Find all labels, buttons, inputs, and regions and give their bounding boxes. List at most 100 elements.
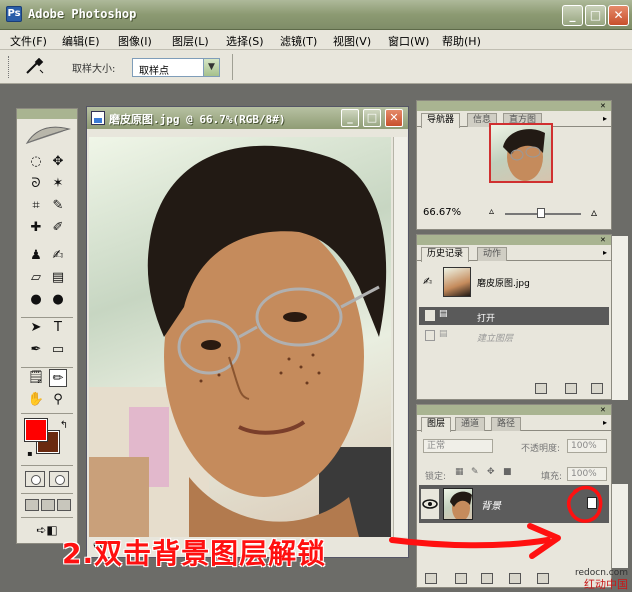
- type-tool-icon[interactable]: T: [49, 319, 67, 337]
- panel-menu-icon[interactable]: ▸: [603, 114, 607, 123]
- eyedropper-tool-icon[interactable]: ✏: [49, 369, 67, 387]
- navigator-panel-header[interactable]: ✕: [417, 101, 611, 111]
- menu-file[interactable]: 文件(F): [10, 33, 47, 49]
- menu-window[interactable]: 窗口(W): [388, 33, 429, 49]
- dodge-tool-icon[interactable]: ●: [49, 291, 67, 309]
- screen-mode-standard-button[interactable]: [25, 499, 39, 511]
- history-brush-source-icon[interactable]: ✍: [423, 275, 432, 288]
- panel-menu-icon[interactable]: ▸: [603, 418, 607, 427]
- eraser-tool-icon[interactable]: ▱: [27, 269, 45, 287]
- pen-tool-icon[interactable]: ✒: [27, 341, 45, 359]
- document-close-button[interactable]: ✕: [385, 109, 403, 127]
- new-snapshot-icon[interactable]: [565, 383, 577, 394]
- new-group-icon[interactable]: [537, 573, 549, 584]
- opacity-field[interactable]: 100%: [567, 439, 607, 453]
- options-bar-grip[interactable]: [8, 56, 11, 78]
- history-item-new-layer[interactable]: ▤ 建立图层: [419, 327, 609, 345]
- screen-mode-full-button[interactable]: [57, 499, 71, 511]
- tab-layers[interactable]: 图层: [421, 417, 452, 432]
- shape-tool-icon[interactable]: ▭: [49, 341, 67, 359]
- gradient-tool-icon[interactable]: ▤: [49, 269, 67, 287]
- brush-tool-icon[interactable]: ✐: [49, 219, 67, 237]
- navigator-zoom-field[interactable]: 66.67%: [423, 207, 461, 218]
- menu-image[interactable]: 图像(I): [118, 33, 152, 49]
- path-selection-tool-icon[interactable]: ➤: [27, 319, 45, 337]
- default-colors-icon[interactable]: ▪: [21, 445, 39, 463]
- healing-brush-tool-icon[interactable]: ✚: [27, 219, 45, 237]
- menu-edit[interactable]: 编辑(E): [62, 33, 100, 49]
- fill-field[interactable]: 100%: [567, 467, 607, 481]
- document-minimize-button[interactable]: _: [341, 109, 359, 127]
- navigator-thumbnail[interactable]: [489, 123, 553, 183]
- panel-menu-icon[interactable]: ▸: [603, 248, 607, 257]
- slice-tool-icon[interactable]: ✎: [49, 197, 67, 215]
- marquee-tool-icon[interactable]: ◌: [27, 153, 45, 171]
- history-tabs: 历史记录 动作: [417, 245, 611, 262]
- lock-all-icon[interactable]: ■: [503, 467, 512, 477]
- close-icon[interactable]: ✕: [600, 236, 608, 244]
- lock-pixels-icon[interactable]: ✎: [471, 467, 479, 477]
- tab-navigator[interactable]: 导航器: [421, 113, 461, 128]
- new-document-from-state-icon[interactable]: [535, 383, 547, 394]
- history-panel-scrollbar[interactable]: [612, 236, 628, 400]
- history-panel-header[interactable]: ✕: [417, 235, 611, 245]
- document-maximize-button[interactable]: □: [363, 109, 381, 127]
- document-vertical-scrollbar[interactable]: [393, 137, 407, 537]
- menu-select[interactable]: 选择(S): [226, 33, 264, 49]
- maximize-button[interactable]: □: [585, 5, 606, 26]
- screen-mode-full-menu-button[interactable]: [41, 499, 55, 511]
- toolbox-header[interactable]: [17, 109, 77, 119]
- swap-colors-icon[interactable]: ↰: [55, 417, 73, 435]
- zoom-tool-icon[interactable]: ⚲: [49, 391, 67, 409]
- layer-style-icon[interactable]: [455, 573, 467, 584]
- clone-stamp-tool-icon[interactable]: ♟: [27, 247, 45, 265]
- quick-mask-button[interactable]: [49, 471, 69, 487]
- tab-channels[interactable]: 通道: [455, 417, 486, 431]
- layer-row-background[interactable]: 背景: [419, 485, 609, 523]
- minimize-button[interactable]: _: [562, 5, 583, 26]
- blur-tool-icon[interactable]: ●: [27, 291, 45, 309]
- foreground-color-swatch[interactable]: [24, 418, 48, 442]
- history-item-open[interactable]: ▤ 打开: [419, 307, 609, 325]
- lock-position-icon[interactable]: ✥: [487, 467, 495, 477]
- history-snapshot-row[interactable]: ✍ 磨皮原图.jpg: [419, 265, 609, 299]
- tab-history[interactable]: 历史记录: [421, 247, 470, 262]
- sample-size-select[interactable]: 取样点 ▼: [132, 58, 220, 77]
- layer-name[interactable]: 背景: [481, 497, 501, 512]
- lock-transparency-icon[interactable]: ▦: [455, 467, 464, 477]
- hand-tool-icon[interactable]: ✋: [27, 391, 45, 409]
- chevron-down-icon[interactable]: ▼: [203, 59, 219, 76]
- notes-tool-icon[interactable]: 🗒: [27, 369, 45, 387]
- lasso-tool-icon[interactable]: ᘐ: [27, 175, 45, 193]
- close-button[interactable]: ✕: [608, 5, 629, 26]
- document-title-bar[interactable]: 磨皮原图.jpg @ 66.7%(RGB/8#) _ □ ✕: [87, 107, 408, 129]
- eye-icon[interactable]: [421, 489, 439, 519]
- layer-mask-icon[interactable]: [481, 573, 493, 584]
- magic-wand-tool-icon[interactable]: ✶: [49, 175, 67, 193]
- menu-help[interactable]: 帮助(H): [442, 33, 481, 49]
- zoom-in-icon[interactable]: ▵: [591, 205, 597, 219]
- tab-actions[interactable]: 动作: [477, 247, 508, 261]
- history-brush-tool-icon[interactable]: ✍: [49, 247, 67, 265]
- blend-mode-select[interactable]: 正常: [423, 439, 493, 453]
- menu-filter[interactable]: 滤镜(T): [280, 33, 317, 49]
- menu-view[interactable]: 视图(V): [333, 33, 371, 49]
- crop-tool-icon[interactable]: ⌗: [27, 197, 45, 215]
- lock-icon[interactable]: [587, 497, 597, 509]
- menu-layer[interactable]: 图层(L): [172, 33, 209, 49]
- layers-panel-scrollbar[interactable]: [612, 484, 628, 568]
- eyedropper-icon[interactable]: [24, 58, 44, 76]
- move-tool-icon[interactable]: ✥: [49, 153, 67, 171]
- close-icon[interactable]: ✕: [600, 406, 608, 414]
- tab-paths[interactable]: 路径: [491, 417, 522, 431]
- adjustment-layer-icon[interactable]: [509, 573, 521, 584]
- layers-panel-header[interactable]: ✕: [417, 405, 611, 415]
- image-canvas[interactable]: [89, 137, 391, 537]
- link-layers-icon[interactable]: [425, 573, 437, 584]
- close-icon[interactable]: ✕: [600, 102, 608, 110]
- feather-logo-icon[interactable]: [23, 123, 71, 147]
- zoom-slider-knob[interactable]: [537, 208, 545, 218]
- standard-mode-button[interactable]: [25, 471, 45, 487]
- zoom-out-icon[interactable]: ▵: [489, 206, 494, 217]
- trash-icon[interactable]: [591, 383, 603, 394]
